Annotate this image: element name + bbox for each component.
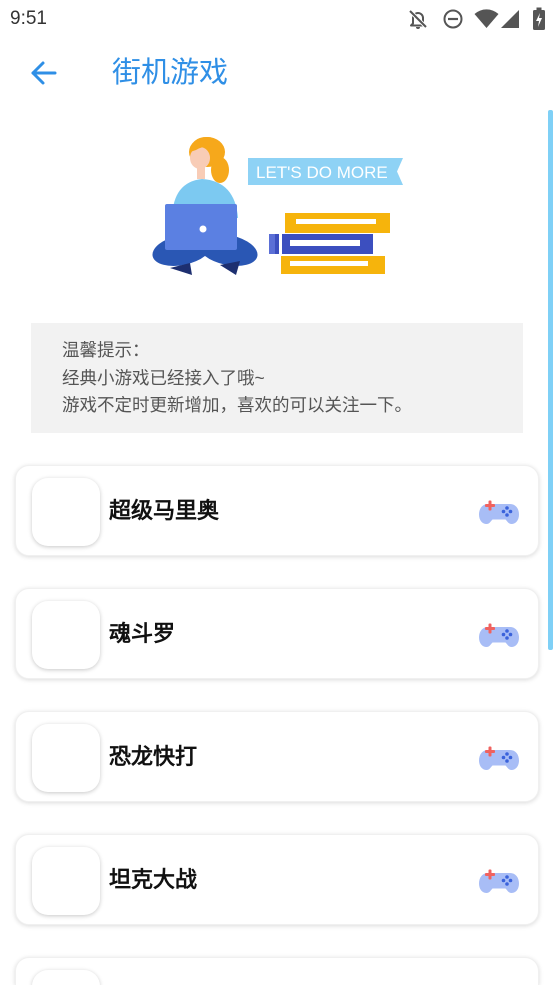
tip-line: 游戏不定时更新增加，喜欢的可以关注一下。 xyxy=(62,395,412,415)
laptop-logo xyxy=(199,225,207,233)
tip-title: 温馨提示： xyxy=(62,340,150,360)
page-title: 街机游戏 xyxy=(112,57,229,89)
game-thumbnail xyxy=(32,724,100,792)
game-card-tank-battle[interactable]: 坦克大战 xyxy=(15,834,539,925)
notifications-off-icon xyxy=(407,8,429,30)
book-stack xyxy=(269,213,390,274)
game-name: 魂斗罗 xyxy=(109,621,176,646)
game-card-super-mario[interactable]: 超级马里奥 xyxy=(15,465,539,556)
do-not-disturb-icon xyxy=(442,8,464,30)
gamepad-icon[interactable] xyxy=(479,620,519,648)
wifi-icon xyxy=(474,9,499,29)
back-button[interactable] xyxy=(28,58,58,88)
game-thumbnail xyxy=(32,478,100,546)
hair-tail xyxy=(211,157,229,183)
game-thumbnail xyxy=(32,970,100,985)
illustration-person xyxy=(152,136,258,275)
game-name: 坦克大战 xyxy=(109,867,198,892)
neck xyxy=(197,167,205,179)
status-bar: 9:51 xyxy=(0,0,554,38)
banner-text: LET'S DO MORE xyxy=(256,163,388,182)
game-card-dino-fight[interactable]: 恐龙快打 xyxy=(15,711,539,802)
arrow-left-icon[interactable] xyxy=(28,58,58,88)
game-card-contra[interactable]: 魂斗罗 xyxy=(15,588,539,679)
game-name: 恐龙快打 xyxy=(109,744,198,769)
tip-box: 温馨提示： 经典小游戏已经接入了哦~ 游戏不定时更新增加，喜欢的可以关注一下。 xyxy=(31,323,523,433)
game-thumbnail xyxy=(32,601,100,669)
signal-icon xyxy=(500,9,520,29)
status-time: 9:51 xyxy=(10,8,47,29)
battery-charging-icon xyxy=(532,7,546,31)
game-thumbnail xyxy=(32,847,100,915)
gamepad-icon[interactable] xyxy=(479,497,519,525)
gamepad-icon[interactable] xyxy=(479,866,519,894)
banner-ribbon: LET'S DO MORE xyxy=(248,158,403,185)
header-illustration: LET'S DO MORE xyxy=(152,136,403,275)
gamepad-icon[interactable] xyxy=(479,743,519,771)
tip-line: 经典小游戏已经接入了哦~ xyxy=(62,367,265,388)
game-name: 超级马里奥 xyxy=(109,498,220,523)
scrollbar[interactable] xyxy=(548,110,553,650)
game-card-partial[interactable] xyxy=(15,957,539,985)
